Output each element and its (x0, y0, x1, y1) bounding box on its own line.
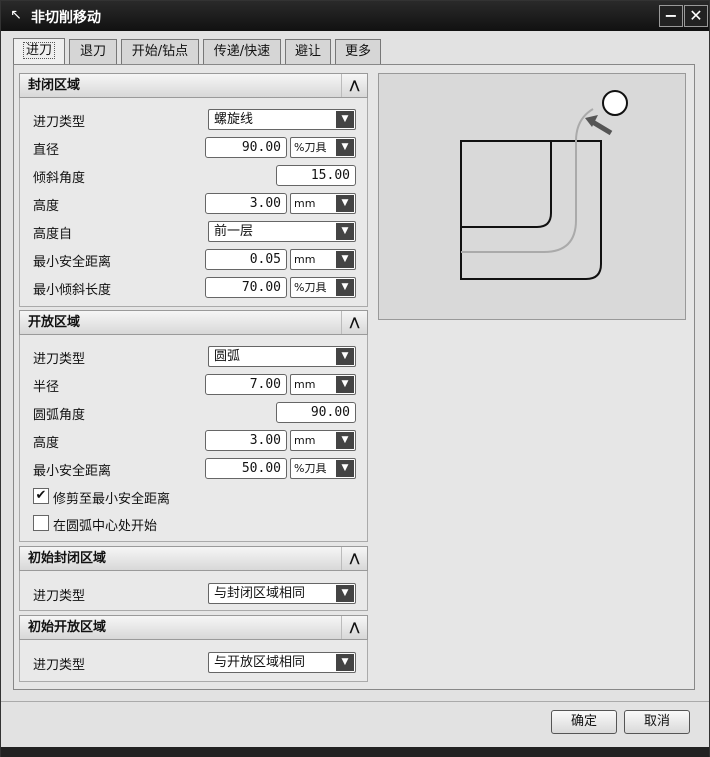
tab-avoidance[interactable]: 避让 (285, 39, 331, 64)
window-title: 非切削移动 (31, 10, 101, 26)
close-button[interactable]: ✕ (684, 5, 708, 27)
chevron-up-icon[interactable]: ⋀ (341, 311, 367, 334)
open-radius-unit-select[interactable]: mm ▼ (290, 374, 356, 395)
chevron-down-icon[interactable]: ▼ (336, 251, 354, 268)
tab-transfer-rapid[interactable]: 传递/快速 (203, 39, 281, 64)
open-min-clearance-unit-select[interactable]: %刀具 ▼ (290, 458, 356, 479)
initial-closed-header[interactable]: 初始封闭区域 ⋀ (19, 546, 368, 571)
closed-min-ramp-len-unit-select[interactable]: %刀具 ▼ (290, 277, 356, 298)
open-arc-angle-label: 圆弧角度 (33, 408, 86, 423)
preview-diagram (460, 90, 628, 280)
cancel-button[interactable]: 取消 (624, 710, 690, 734)
chevron-down-icon[interactable]: ▼ (336, 432, 354, 449)
open-height-unit-select[interactable]: mm ▼ (290, 430, 356, 451)
initial-closed-entry-type-select[interactable]: 与封闭区域相同 ▼ (208, 583, 356, 604)
initial-open-header[interactable]: 初始开放区域 ⋀ (19, 615, 368, 640)
open-height-label: 高度 (33, 436, 60, 451)
minimize-button[interactable]: − (659, 5, 683, 27)
app-icon: ↖ (10, 7, 22, 23)
tool-path (461, 108, 594, 253)
footer-divider (1, 701, 709, 702)
trim-checkbox[interactable]: ✔ (33, 488, 49, 504)
open-entry-type-label: 进刀类型 (33, 352, 86, 367)
chevron-up-icon[interactable]: ⋀ (341, 74, 367, 97)
chevron-up-icon[interactable]: ⋀ (341, 616, 367, 639)
open-radius-label: 半径 (33, 380, 60, 395)
chevron-down-icon[interactable]: ▼ (336, 111, 354, 128)
checkmark-icon: ✔ (35, 488, 47, 503)
open-region-header[interactable]: 开放区域 ⋀ (19, 310, 368, 335)
closed-region-header[interactable]: 封闭区域 ⋀ (19, 73, 368, 98)
tab-retract[interactable]: 退刀 (69, 39, 117, 64)
open-entry-type-select[interactable]: 圆弧 ▼ (208, 346, 356, 367)
initial-closed-entry-type-label: 进刀类型 (33, 589, 86, 604)
open-arc-angle-input[interactable]: 90.00 (276, 402, 356, 423)
dialog-window: ↖ 非切削移动 − ✕ 进刀 退刀 开始/钻点 传递/快速 避让 更多 封闭区域… (0, 0, 710, 757)
chevron-down-icon[interactable]: ▼ (336, 654, 354, 671)
title-bar[interactable]: ↖ 非切削移动 − ✕ (1, 1, 709, 31)
closed-diameter-input[interactable]: 90.00 (205, 137, 287, 158)
closed-ramp-angle-label: 倾斜角度 (33, 171, 86, 186)
chevron-up-icon[interactable]: ⋀ (341, 547, 367, 570)
closed-min-ramp-len-label: 最小倾斜长度 (33, 283, 112, 298)
chevron-down-icon[interactable]: ▼ (336, 223, 354, 240)
tab-engage[interactable]: 进刀 (13, 38, 65, 65)
inner-corner (461, 141, 552, 228)
open-min-clearance-label: 最小安全距离 (33, 464, 112, 479)
arc-center-checkbox[interactable] (33, 515, 49, 531)
closed-height-from-select[interactable]: 前一层 ▼ (208, 221, 356, 242)
initial-open-entry-type-select[interactable]: 与开放区域相同 ▼ (208, 652, 356, 673)
closed-entry-type-select[interactable]: 螺旋线 ▼ (208, 109, 356, 130)
helix-entry-preview (378, 73, 686, 320)
chevron-down-icon[interactable]: ▼ (336, 348, 354, 365)
tool-circle (602, 90, 628, 116)
open-radius-input[interactable]: 7.00 (205, 374, 287, 395)
chevron-down-icon[interactable]: ▼ (336, 279, 354, 296)
closed-height-from-label: 高度自 (33, 227, 73, 242)
chevron-down-icon[interactable]: ▼ (336, 460, 354, 477)
closed-min-clearance-input[interactable]: 0.05 (205, 249, 287, 270)
open-height-input[interactable]: 3.00 (205, 430, 287, 451)
part-outline (460, 140, 602, 280)
open-min-clearance-input[interactable]: 50.00 (205, 458, 287, 479)
ok-button[interactable]: 确定 (551, 710, 617, 734)
closed-diameter-label: 直径 (33, 143, 60, 158)
chevron-down-icon[interactable]: ▼ (336, 195, 354, 212)
closed-min-clearance-unit-select[interactable]: mm ▼ (290, 249, 356, 270)
closed-ramp-angle-input[interactable]: 15.00 (276, 165, 356, 186)
tab-more[interactable]: 更多 (335, 39, 381, 64)
closed-height-unit-select[interactable]: mm ▼ (290, 193, 356, 214)
closed-min-clearance-label: 最小安全距离 (33, 255, 112, 270)
arc-center-checkbox-label: 在圆弧中心处开始 (53, 519, 158, 534)
window-bottom-edge (1, 747, 709, 757)
trim-checkbox-label: 修剪至最小安全距离 (53, 492, 171, 507)
closed-diameter-unit-select[interactable]: %刀具 ▼ (290, 137, 356, 158)
tab-start-drill[interactable]: 开始/钻点 (121, 39, 199, 64)
closed-entry-type-label: 进刀类型 (33, 115, 86, 130)
chevron-down-icon[interactable]: ▼ (336, 585, 354, 602)
initial-open-entry-type-label: 进刀类型 (33, 658, 86, 673)
closed-height-label: 高度 (33, 199, 60, 214)
chevron-down-icon[interactable]: ▼ (336, 139, 354, 156)
chevron-down-icon[interactable]: ▼ (336, 376, 354, 393)
closed-min-ramp-len-input[interactable]: 70.00 (205, 277, 287, 298)
closed-height-input[interactable]: 3.00 (205, 193, 287, 214)
